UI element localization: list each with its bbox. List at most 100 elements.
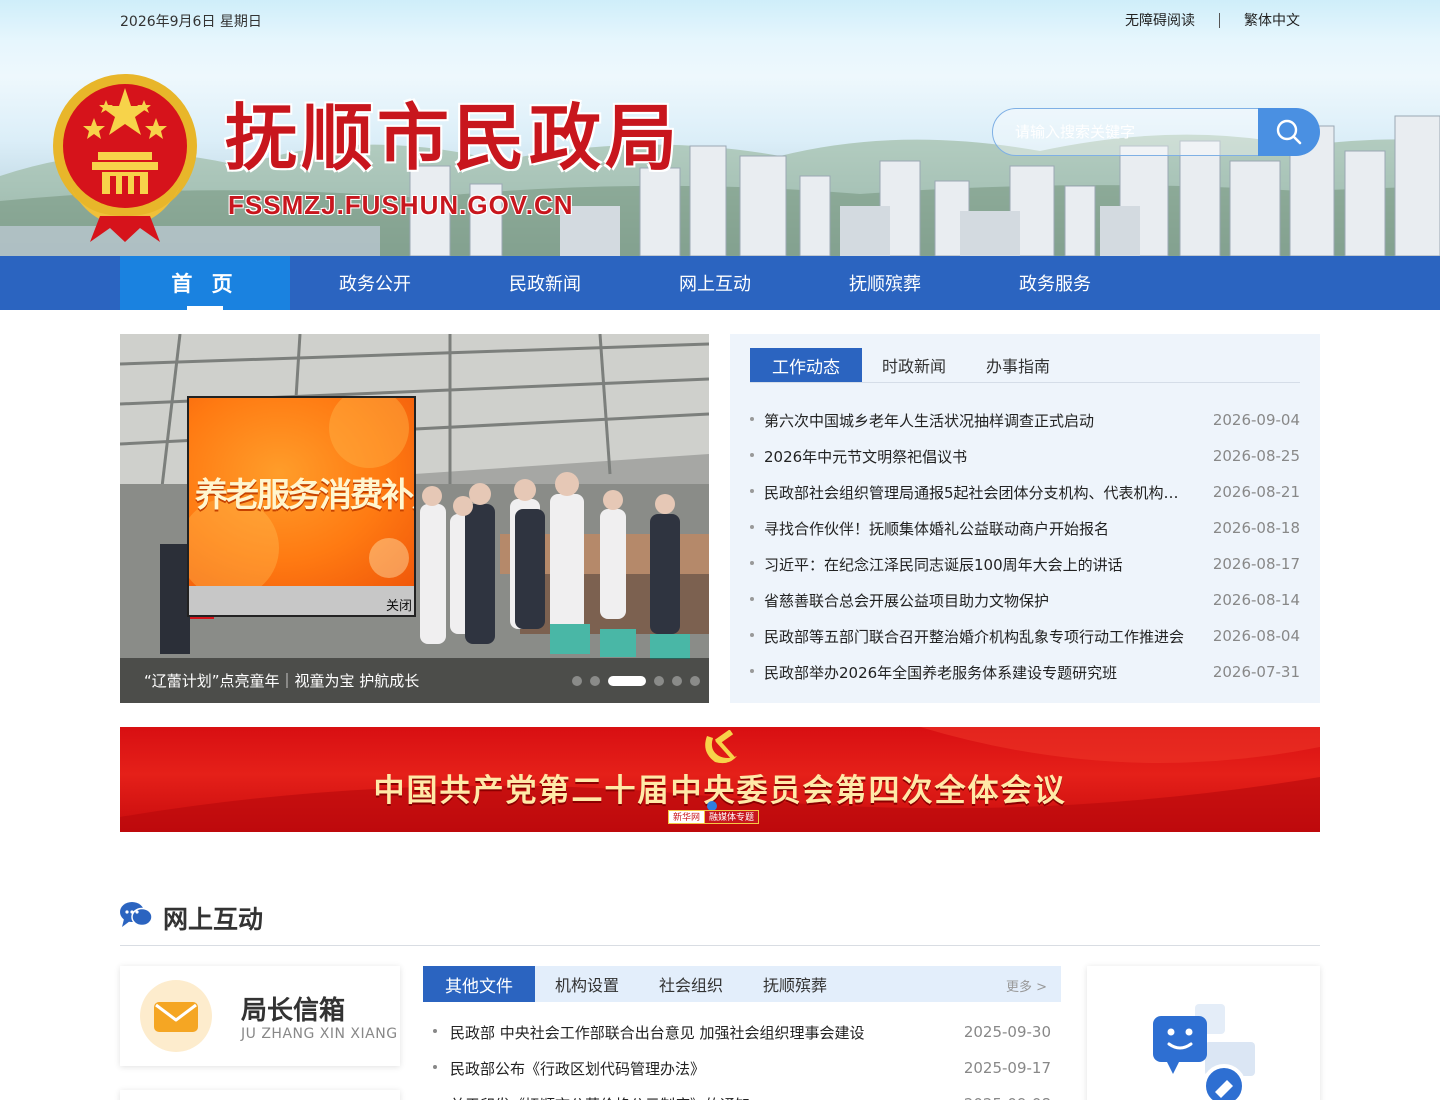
news-item-title[interactable]: 省慈善联合总会开展公益项目助力文物保护 [764,590,1184,611]
hammer-sickle-icon [705,730,737,764]
site-domain: FSSMZJ.FUSHUN.GOV.CN [228,190,574,220]
file-item[interactable]: 民政部公布《行政区划代码管理办法》 2025-09-17 [433,1050,1051,1086]
news-item-date: 2026-08-25 [1212,447,1300,465]
slider-dot[interactable] [608,676,646,686]
news-item-date: 2026-08-18 [1212,519,1300,537]
file-item-title[interactable]: 民政部公布《行政区划代码管理办法》 [450,1058,890,1079]
news-item-title[interactable]: 2026年中元节文明祭祀倡议书 [764,446,1184,467]
news-item-date: 2026-08-14 [1212,591,1300,609]
news-tab-2[interactable]: 办事指南 [966,348,1070,382]
news-tab-0[interactable]: 工作动态 [750,348,862,382]
bullet-dot [750,417,754,421]
news-item-title[interactable]: 民政部举办2026年全国养老服务体系建设专题研究班 [764,662,1184,683]
banner-title: 中国共产党第二十届中央委员会第四次全体会议 [373,773,1067,809]
nav-item-5[interactable]: 政务服务 [970,256,1140,310]
main-nav: 首 页政务公开 民政新闻 网上互动 抚顺殡葬 政务服务 [0,256,1440,310]
slider-caption-bar: “辽蕾计划”点亮童年｜视童为宝 护航成长 [120,658,709,703]
bullet-dot [750,633,754,637]
mailbox-icon-circle [140,980,212,1052]
bullet-dot [750,525,754,529]
popup-close-button[interactable]: 关闭 [386,595,412,614]
files-panel: 其他文件 机构设置 社会组织 抚顺殡葬 更多 > 民政部 中央社会工作部联合出台意见 … [423,966,1061,1100]
traditional-chinese-link[interactable]: 繁体中文 [1244,10,1300,30]
news-list: 第六次中国城乡老年人生活状况抽样调查正式启动 2026-09-04 2026年中元节… [750,402,1300,690]
file-tabs: 其他文件 机构设置 社会组织 抚顺殡葬 [423,966,1061,1002]
slider-dot[interactable] [690,676,700,686]
news-item-title[interactable]: 习近平：在纪念江泽民同志诞辰100周年大会上的讲话 [764,554,1184,575]
section-header: 网上互动 [120,898,1320,946]
nav-item-2[interactable]: 民政新闻 [460,256,630,310]
news-item-date: 2026-08-17 [1212,555,1300,573]
bullet-dot [433,1029,437,1033]
news-item-title[interactable]: 民政部社会组织管理局通报5起社会团体分支机构、代表机构违规案例 [764,482,1184,503]
file-tab-3[interactable]: 抚顺殡葬 [743,966,847,1002]
floating-ad-popup[interactable]: 养老服务消费补贴项目 关闭 [187,396,416,617]
news-item-date: 2026-08-04 [1212,627,1300,645]
news-item[interactable]: 寻找合作伙伴！抚顺集体婚礼公益联动商户开始报名 2026-08-18 [750,510,1300,546]
slider-dot[interactable] [672,676,682,686]
mailbox-subtitle: JU ZHANG XIN XIANG [241,1026,398,1042]
news-item[interactable]: 民政部等五部门联合召开整治婚介机构乱象专项行动工作推进会 2026-08-04 [750,618,1300,654]
chat-bubbles-icon [120,902,152,927]
slider-dots [572,676,708,686]
slider-dot[interactable] [590,676,600,686]
news-item[interactable]: 民政部举办2026年全国养老服务体系建设专题研究班 2026-07-31 [750,654,1300,690]
mailbox-title: 局长信箱 [241,996,346,1026]
news-item-title[interactable]: 第六次中国城乡老年人生活状况抽样调查正式启动 [764,410,1184,431]
news-item[interactable]: 习近平：在纪念江泽民同志诞辰100周年大会上的讲话 2026-08-17 [750,546,1300,582]
news-item-title[interactable]: 民政部等五部门联合召开整治婚介机构乱象专项行动工作推进会 [764,626,1184,647]
nav-item-3[interactable]: 网上互动 [630,256,800,310]
second-card[interactable] [120,1090,400,1100]
file-item-title[interactable]: 民政部 中央社会工作部联合出台意见 加强社会组织理事会建设 [450,1022,890,1043]
more-link[interactable]: 更多 > [1006,976,1047,995]
bullet-dot [750,489,754,493]
file-item-date: 2025-09-30 [963,1023,1051,1041]
nav-item-1[interactable]: 政务公开 [290,256,460,310]
popup-image[interactable]: 养老服务消费补贴项目 [189,398,414,586]
file-tab-2[interactable]: 社会组织 [639,966,743,1002]
bullet-dot [433,1065,437,1069]
accessibility-link[interactable]: 无障碍阅读 [1125,10,1195,30]
search-input[interactable] [992,108,1272,156]
file-item[interactable]: 民政部 中央社会工作部联合出台意见 加强社会组织理事会建设 2025-09-30 [433,1014,1051,1050]
bullet-dot [750,453,754,457]
slider-dot[interactable] [572,676,582,686]
banner-tag-left: 新华网 [668,810,706,824]
file-item[interactable]: 关于印发《抚顺市公墓价格公示制度》的通知 2025-09-08 [433,1086,1051,1100]
file-item-title[interactable]: 关于印发《抚顺市公墓价格公示制度》的通知 [450,1094,890,1100]
banner-tag: 新华网 融媒体专题 [668,810,760,824]
bullet-dot [750,561,754,565]
section-title: 网上互动 [163,905,264,934]
site-title: 抚顺市民政局 [225,95,682,180]
news-item[interactable]: 省慈善联合总会开展公益项目助力文物保护 2026-08-14 [750,582,1300,618]
current-date: 2026年9月6日 星期日 [120,14,262,30]
file-tab-0[interactable]: 其他文件 [423,966,535,1002]
news-item[interactable]: 第六次中国城乡老年人生活状况抽样调查正式启动 2026-09-04 [750,402,1300,438]
party-congress-banner[interactable]: 中国共产党第二十届中央委员会第四次全体会议 新华网 融媒体专题 [120,727,1320,832]
news-item-date: 2026-08-21 [1212,483,1300,501]
news-item[interactable]: 民政部社会组织管理局通报5起社会团体分支机构、代表机构违规案例 2026-08-2… [750,474,1300,510]
bullet-dot [750,669,754,673]
file-item-date: 2025-09-17 [963,1059,1051,1077]
news-item-title[interactable]: 寻找合作伙伴！抚顺集体婚礼公益联动商户开始报名 [764,518,1184,539]
search-icon [1276,119,1302,145]
slider-caption[interactable]: “辽蕾计划”点亮童年｜视童为宝 护航成长 [144,670,424,691]
online-consult-card[interactable] [1087,966,1320,1100]
news-panel: 工作动态 时政新闻 办事指南 第六次中国城乡老年人生活状况抽样调查正式启动 2026-… [730,334,1320,703]
nav-item-0[interactable]: 首 页 [120,256,290,310]
director-mailbox-card[interactable]: 局长信箱 JU ZHANG XIN XIANG [120,966,400,1066]
news-item-date: 2026-09-04 [1212,411,1300,429]
search-button[interactable] [1258,108,1320,156]
top-bar: 2026年9月6日 星期日 无障碍阅读 繁体中文 [0,0,1440,40]
popup-image-text: 养老服务消费补贴项目 [195,475,414,514]
news-tab-1[interactable]: 时政新闻 [862,348,966,382]
news-item[interactable]: 2026年中元节文明祭祀倡议书 2026-08-25 [750,438,1300,474]
file-tab-1[interactable]: 机构设置 [535,966,639,1002]
search-box [992,108,1320,156]
banner-tag-right: 融媒体专题 [705,810,760,824]
news-item-date: 2026-07-31 [1212,663,1300,681]
nav-item-4[interactable]: 抚顺殡葬 [800,256,970,310]
file-item-date: 2025-09-08 [964,1095,1051,1100]
chat-robot-icon [1153,1004,1255,1100]
slider-dot[interactable] [654,676,664,686]
